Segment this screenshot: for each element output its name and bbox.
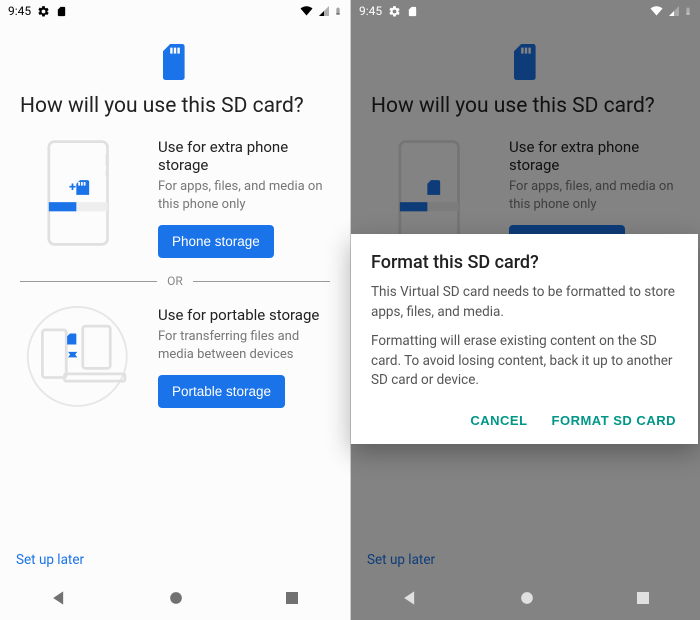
nav-back-icon[interactable] [49, 588, 69, 608]
status-bar: 9:45 [351, 0, 700, 22]
option-portable-storage: Use for portable storage For transferrin… [20, 306, 330, 416]
gear-icon [388, 5, 401, 18]
nav-home-icon[interactable] [517, 588, 537, 608]
wifi-icon [299, 5, 314, 17]
nav-home-icon[interactable] [166, 588, 186, 608]
phone-storage-button[interactable]: Phone storage [158, 225, 274, 258]
svg-text:+: + [69, 180, 76, 195]
dialog-body-p2: Formatting will erase existing content o… [371, 332, 678, 391]
sd-card-hero-icon [20, 44, 330, 80]
sd-card-status-icon [407, 5, 418, 18]
screen-content: How will you use this SD card? + Use for… [0, 22, 350, 576]
dialog-body: This Virtual SD card needs to be formatt… [371, 283, 678, 391]
option2-desc: For transferring files and media between… [158, 328, 330, 363]
status-time: 9:45 [359, 4, 382, 18]
page-title: How will you use this SD card? [20, 94, 330, 118]
sd-card-status-icon [56, 5, 67, 18]
phone-screen-setup: 9:45 [0, 0, 350, 620]
option1-title: Use for extra phone storage [158, 138, 330, 174]
signal-icon [318, 5, 330, 17]
format-sd-card-button[interactable]: FORMAT SD CARD [550, 407, 678, 434]
gear-icon [37, 5, 50, 18]
option1-desc: For apps, files, and media on this phone… [158, 178, 330, 213]
or-divider: OR [20, 274, 330, 288]
wifi-icon [649, 5, 664, 17]
battery-icon [684, 4, 692, 18]
phone-screen-dialog: 9:45 How will you use this SD card? [350, 0, 700, 620]
option-phone-storage: + Use for extra phone storage For apps, … [20, 138, 330, 258]
nav-recent-icon[interactable] [283, 589, 301, 607]
illustration-phone-storage: + [20, 138, 140, 248]
illustration-portable-storage [20, 306, 140, 416]
format-dialog: Format this SD card? This Virtual SD car… [351, 234, 698, 444]
battery-icon [334, 4, 342, 18]
nav-back-icon[interactable] [400, 588, 420, 608]
dialog-body-p1: This Virtual SD card needs to be formatt… [371, 283, 678, 322]
nav-recent-icon[interactable] [634, 589, 652, 607]
or-label: OR [157, 274, 193, 288]
cancel-button[interactable]: CANCEL [468, 407, 529, 434]
portable-storage-button[interactable]: Portable storage [158, 375, 285, 408]
dialog-title: Format this SD card? [371, 252, 678, 273]
status-time: 9:45 [8, 4, 31, 18]
nav-bar [0, 576, 350, 620]
status-bar: 9:45 [0, 0, 350, 22]
set-up-later-link[interactable]: Set up later [16, 552, 84, 568]
nav-bar [351, 576, 700, 620]
option2-title: Use for portable storage [158, 306, 330, 324]
signal-icon [668, 5, 680, 17]
